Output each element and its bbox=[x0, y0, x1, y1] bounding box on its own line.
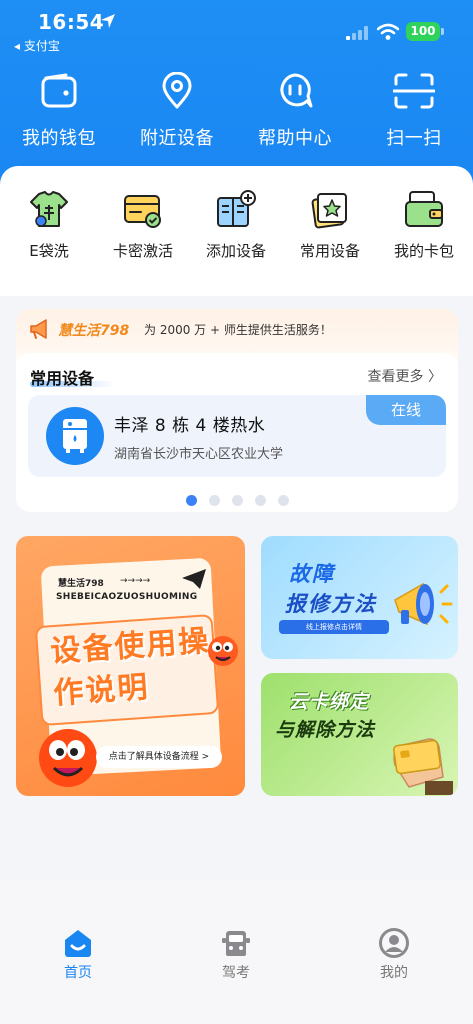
tab-label: 首页 bbox=[64, 965, 92, 981]
manual-title: 设备使用操作说明 bbox=[49, 623, 212, 712]
cellular-signal-icon bbox=[346, 26, 368, 40]
scan-icon bbox=[393, 73, 435, 109]
banner-device-manual[interactable]: 慧生活798 →→→→ SHEBEICAOZUOSHUOMING 设备使用操作说… bbox=[16, 536, 245, 796]
battery-tip bbox=[441, 28, 444, 35]
promo-strip: 慧生活798 为 2000 万 + 师生提供生活服务！ bbox=[16, 309, 458, 349]
device-icon-circle bbox=[46, 407, 104, 465]
frequent-devices-panel: 常用设备 查看更多 〉 丰泽 8 栋 4 楼热水 湖南省长沙市天心区农业大学 在… bbox=[16, 353, 458, 512]
repair-title-line2: 报修方法 bbox=[285, 592, 377, 616]
device-address: 湖南省长沙市天心区农业大学 bbox=[114, 447, 284, 462]
card-title-line1: 云卡绑定 bbox=[289, 691, 370, 713]
carousel-pager bbox=[16, 491, 458, 506]
add-device-icon bbox=[217, 190, 256, 227]
device-name: 丰泽 8 栋 4 楼热水 bbox=[114, 416, 266, 436]
see-more-link[interactable]: 查看更多 〉 bbox=[368, 366, 442, 386]
quick-action-label: 附近设备 bbox=[140, 128, 214, 149]
tab-home[interactable]: 首页 bbox=[38, 928, 118, 982]
manual-arrows: →→→→ bbox=[120, 576, 151, 586]
pager-dot[interactable] bbox=[231, 495, 243, 506]
pager-dot[interactable] bbox=[208, 495, 220, 506]
service-label: 添加设备 bbox=[205, 242, 266, 260]
battery-indicator: 100 bbox=[406, 22, 440, 41]
pager-dot[interactable] bbox=[185, 495, 197, 506]
service-label: E袋洗 bbox=[29, 242, 69, 260]
location-pin-icon bbox=[162, 72, 192, 109]
tab-profile[interactable]: 我的 bbox=[354, 928, 434, 982]
card-title-line2: 与解除方法 bbox=[275, 719, 376, 741]
laundry-shirt-icon bbox=[30, 191, 68, 227]
service-favorite-device[interactable]: 常用设备 bbox=[283, 188, 377, 261]
cartoon-face-icon bbox=[208, 636, 238, 666]
manual-subtitle: SHEBEICAOZUOSHUOMING bbox=[56, 592, 198, 602]
quick-action-nearby[interactable]: 附近设备 bbox=[118, 70, 236, 150]
car-icon bbox=[222, 931, 250, 956]
tab-label: 驾考 bbox=[222, 965, 250, 981]
promo-card: 慧生活798 为 2000 万 + 师生提供生活服务！ 常用设备 查看更多 〉 … bbox=[16, 309, 458, 512]
promo-brand: 慧生活798 bbox=[58, 323, 130, 339]
card-activate-icon bbox=[124, 195, 161, 228]
service-label: 常用设备 bbox=[299, 242, 360, 260]
quick-action-label: 扫一扫 bbox=[386, 128, 442, 149]
tab-driving-test[interactable]: 驾考 bbox=[196, 928, 276, 982]
status-bar: 16:54 ◂ 支付宝 100 bbox=[0, 0, 473, 56]
card-wallet-icon bbox=[405, 191, 443, 227]
quick-action-scan[interactable]: 扫一扫 bbox=[355, 70, 473, 150]
service-add-device[interactable]: 添加设备 bbox=[189, 188, 283, 261]
back-to-app-link[interactable]: ◂ 支付宝 bbox=[14, 37, 60, 54]
quick-actions: 我的钱包 附近设备 帮助中心 扫一扫 bbox=[0, 70, 473, 160]
bottom-tab-bar: 首页 驾考 我的 bbox=[0, 880, 473, 1024]
service-card-wallet[interactable]: 我的卡包 bbox=[377, 188, 471, 261]
banner-card-binding[interactable]: 云卡绑定 与解除方法 bbox=[261, 673, 458, 796]
hand-holding-card-icon bbox=[393, 738, 453, 795]
service-label: 卡密激活 bbox=[112, 242, 173, 260]
manual-brand: 慧生活798 bbox=[58, 579, 104, 589]
online-status-badge: 在线 bbox=[366, 395, 446, 425]
service-label: 我的卡包 bbox=[393, 242, 454, 260]
chat-help-icon bbox=[280, 73, 313, 108]
status-time: 16:54 bbox=[38, 10, 105, 34]
repair-subtitle: 线上报修点击详情 bbox=[279, 620, 389, 634]
paper-plane-icon bbox=[182, 569, 206, 589]
see-more-label: 查看更多 bbox=[367, 369, 424, 385]
profile-icon bbox=[379, 928, 409, 958]
quick-action-label: 帮助中心 bbox=[258, 128, 332, 149]
frequent-devices-title: 常用设备 bbox=[30, 369, 95, 388]
quick-action-wallet[interactable]: 我的钱包 bbox=[0, 70, 118, 150]
favorite-device-icon bbox=[311, 193, 347, 229]
pager-dot[interactable] bbox=[254, 495, 266, 506]
manual-detail-button[interactable]: 点击了解具体设备流程 > bbox=[96, 746, 222, 768]
megaphone-icon bbox=[30, 319, 47, 339]
wallet-icon bbox=[41, 73, 77, 108]
repair-title-line1: 故障 bbox=[289, 562, 335, 586]
water-heater-icon bbox=[63, 419, 87, 453]
pager-dot[interactable] bbox=[277, 495, 289, 506]
wifi-icon bbox=[377, 23, 399, 40]
quick-action-label: 我的钱包 bbox=[22, 128, 96, 149]
location-arrow-icon bbox=[101, 14, 115, 28]
home-icon bbox=[65, 930, 91, 957]
services-panel: E袋洗 卡密激活 添加设备 常用设备 我的卡包 bbox=[0, 166, 473, 296]
service-laundry[interactable]: E袋洗 bbox=[2, 188, 96, 261]
device-card[interactable]: 丰泽 8 栋 4 楼热水 湖南省长沙市天心区农业大学 在线 bbox=[28, 395, 446, 477]
chevron-right-icon: 〉 bbox=[423, 369, 442, 385]
tab-label: 我的 bbox=[380, 965, 408, 981]
service-card-activate[interactable]: 卡密激活 bbox=[96, 188, 190, 261]
loudspeaker-icon bbox=[394, 582, 453, 626]
quick-action-help[interactable]: 帮助中心 bbox=[236, 70, 354, 150]
cartoon-face-icon bbox=[39, 729, 97, 787]
banner-repair-method[interactable]: 故障 报修方法 线上报修点击详情 bbox=[261, 536, 458, 659]
promo-text: 为 2000 万 + 师生提供生活服务！ bbox=[144, 323, 332, 337]
